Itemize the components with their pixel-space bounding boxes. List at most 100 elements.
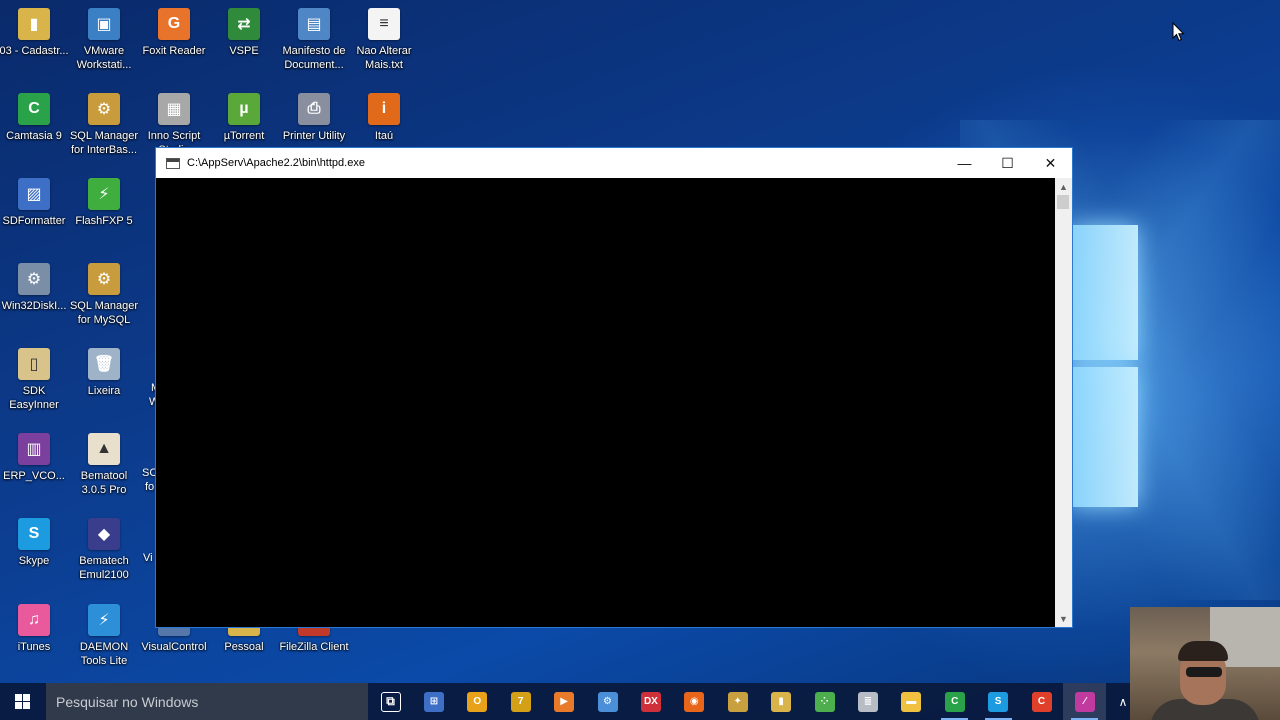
win32diskimager-icon: ⚙ <box>18 263 50 295</box>
taskbar-button[interactable]: ▮ <box>760 683 803 720</box>
desktop-icon-label: VSPE <box>229 45 259 57</box>
desktop-icon[interactable]: ▨ SDFormatter <box>0 178 70 228</box>
desktop-icon[interactable]: ⎙ Printer Utility <box>278 93 350 143</box>
desktop-icon-label: Pessoal <box>224 641 264 653</box>
recycle-bin-icon: 🗑 <box>88 348 120 380</box>
desktop-icon[interactable]: ⚙ SQL Manager for MySQL <box>68 263 140 327</box>
file-explorer-icon: ▬ <box>901 691 922 712</box>
desktop-icon[interactable]: ▮ 03 - Cadastr... <box>0 8 70 58</box>
taskbar-button[interactable]: ◉ <box>673 683 716 720</box>
seven-zip-icon: 7 <box>510 691 531 712</box>
desktop-icon-label: SQL Manager for MySQL <box>69 300 139 326</box>
desktop-icon[interactable]: ▯ SDK EasyInner <box>0 348 70 412</box>
desktop-icon[interactable]: ▤ Manifesto de Document... <box>278 8 350 72</box>
firefox-icon: ◉ <box>684 691 705 712</box>
utorrent-icon: µ <box>228 93 260 125</box>
desktop-icon-label: Itaú <box>374 130 394 142</box>
taskbar-button[interactable]: DX <box>629 683 672 720</box>
desktop-icon[interactable]: ⚙ SQL Manager for InterBas... <box>68 93 140 157</box>
taskbar-button[interactable]: ⁘ <box>803 683 846 720</box>
vertical-scrollbar[interactable]: ▲ ▼ <box>1055 178 1072 627</box>
desktop-icon[interactable]: ▣ VMware Workstati... <box>68 8 140 72</box>
start-button[interactable] <box>0 683 46 720</box>
bematool-icon: ▲ <box>88 433 120 465</box>
desktop-icon-label: iTunes <box>17 641 51 653</box>
desktop-icon[interactable]: ⚡ FlashFXP 5 <box>68 178 140 228</box>
desktop-icon[interactable]: C Camtasia 9 <box>0 93 70 143</box>
camtasia-icon: C <box>18 93 50 125</box>
desktop-icon[interactable]: µ µTorrent <box>208 93 280 143</box>
taskbar-button[interactable]: ≣ <box>846 683 889 720</box>
desktop-icon-label: Skype <box>18 555 50 567</box>
skype-taskbar-icon: S <box>988 691 1009 712</box>
desktop-icon[interactable]: ▲ Bematool 3.0.5 Pro <box>68 433 140 497</box>
taskbar-button[interactable]: C <box>933 683 976 720</box>
taskbar-button[interactable]: ✦ <box>716 683 759 720</box>
taskbar-button[interactable]: S <box>977 683 1020 720</box>
vspe-icon: ⇄ <box>228 8 260 40</box>
desktop-icon-label: Nao Alterar Mais.txt <box>356 45 412 71</box>
search-box[interactable]: Pesquisar no Windows <box>46 683 368 720</box>
itunes-icon: ♫ <box>18 604 50 636</box>
desktop-icon-label: Camtasia 9 <box>6 130 62 142</box>
taskbar: Pesquisar no Windows ⧉ ⊞ O 7 ▶ ⚙ DX ◉ ✦ ▮ ⁘ ≣ ▬ C S C ∕ … <box>0 683 1280 720</box>
desktop-icon-label: SQL Manager for InterBas... <box>69 130 139 156</box>
desktop-icon-label: Manifesto de Document... <box>282 45 346 71</box>
sql-manager-interbase-icon: ⚙ <box>88 93 120 125</box>
desktop-icon[interactable]: i Itaú <box>348 93 420 143</box>
scroll-up-arrow-icon[interactable]: ▲ <box>1055 178 1072 195</box>
desktop-icon-label: DAEMON Tools Lite <box>79 641 129 667</box>
scrollbar-thumb[interactable] <box>1057 195 1069 209</box>
network-app-icon: ⊞ <box>423 691 444 712</box>
desktop-icon[interactable]: ♫ iTunes <box>0 604 70 654</box>
skype-icon: S <box>18 518 50 550</box>
desktop-icon-label: Win32DiskI... <box>1 300 67 312</box>
desktop-icon-label: VisualControl <box>141 641 207 653</box>
minimize-button[interactable]: — <box>943 148 986 178</box>
desktop-icon-label: FileZilla Client <box>279 641 349 653</box>
desktop-icon[interactable]: ≡ Nao Alterar Mais.txt <box>348 8 420 72</box>
taskbar-button[interactable]: 7 <box>499 683 542 720</box>
apache-feather-icon: ∕ <box>1074 691 1095 712</box>
desktop-icon[interactable]: ⇄ VSPE <box>208 8 280 58</box>
inno-script-icon: ▦ <box>158 93 190 125</box>
explorer-tree-icon: ✦ <box>727 691 748 712</box>
dots-app-icon: ⁘ <box>814 691 835 712</box>
webcam-person-hair <box>1178 641 1228 661</box>
taskbar-button[interactable]: ▶ <box>543 683 586 720</box>
taskbar-button[interactable]: C <box>1020 683 1063 720</box>
red-app-icon: C <box>1031 691 1052 712</box>
partial-label-4: fo <box>145 481 155 493</box>
desktop-icon-label: 03 - Cadastr... <box>0 45 69 57</box>
camtasia-taskbar-icon: C <box>944 691 965 712</box>
console-window[interactable]: C:\AppServ\Apache2.2\bin\httpd.exe — ☐ ✕… <box>155 147 1073 628</box>
taskbar-button[interactable]: ∕ <box>1063 683 1107 720</box>
desktop-icon-label: FlashFXP 5 <box>75 215 133 227</box>
desktop-icon[interactable]: ▥ ERP_VCO... <box>0 433 70 483</box>
partial-label-5: Vi <box>143 552 153 564</box>
desktop-icon[interactable]: ◆ Bematech Emul2100 <box>68 518 140 582</box>
media-player-icon: ▶ <box>554 691 575 712</box>
desktop-icon[interactable]: G Foxit Reader <box>138 8 210 58</box>
scroll-down-arrow-icon[interactable]: ▼ <box>1055 610 1072 627</box>
close-button[interactable]: ✕ <box>1029 148 1072 178</box>
taskbar-button[interactable]: ⊞ <box>412 683 455 720</box>
vmware-icon: ▣ <box>88 8 120 40</box>
desktop-icon-label: Bematool 3.0.5 Pro <box>80 470 128 496</box>
maximize-button[interactable]: ☐ <box>986 148 1029 178</box>
window-titlebar[interactable]: C:\AppServ\Apache2.2\bin\httpd.exe — ☐ ✕ <box>156 148 1072 178</box>
desktop-icon[interactable]: S Skype <box>0 518 70 568</box>
taskbar-button[interactable]: ⧉ <box>369 683 412 720</box>
console-app-icon <box>166 157 180 169</box>
taskbar-button[interactable]: ▬ <box>890 683 933 720</box>
desktop-icon-label: SDFormatter <box>2 215 66 227</box>
taskbar-button[interactable]: ⚙ <box>586 683 629 720</box>
bematech-icon: ◆ <box>88 518 120 550</box>
console-output-area[interactable] <box>156 178 1055 627</box>
desktop-icon-label: ERP_VCO... <box>3 470 65 482</box>
taskbar-button[interactable]: O <box>456 683 499 720</box>
printer-utility-icon: ⎙ <box>298 93 330 125</box>
desktop-icon[interactable]: ⚡ DAEMON Tools Lite <box>68 604 140 668</box>
desktop-icon[interactable]: ⚙ Win32DiskI... <box>0 263 70 313</box>
desktop-icon[interactable]: 🗑 Lixeira <box>68 348 140 398</box>
